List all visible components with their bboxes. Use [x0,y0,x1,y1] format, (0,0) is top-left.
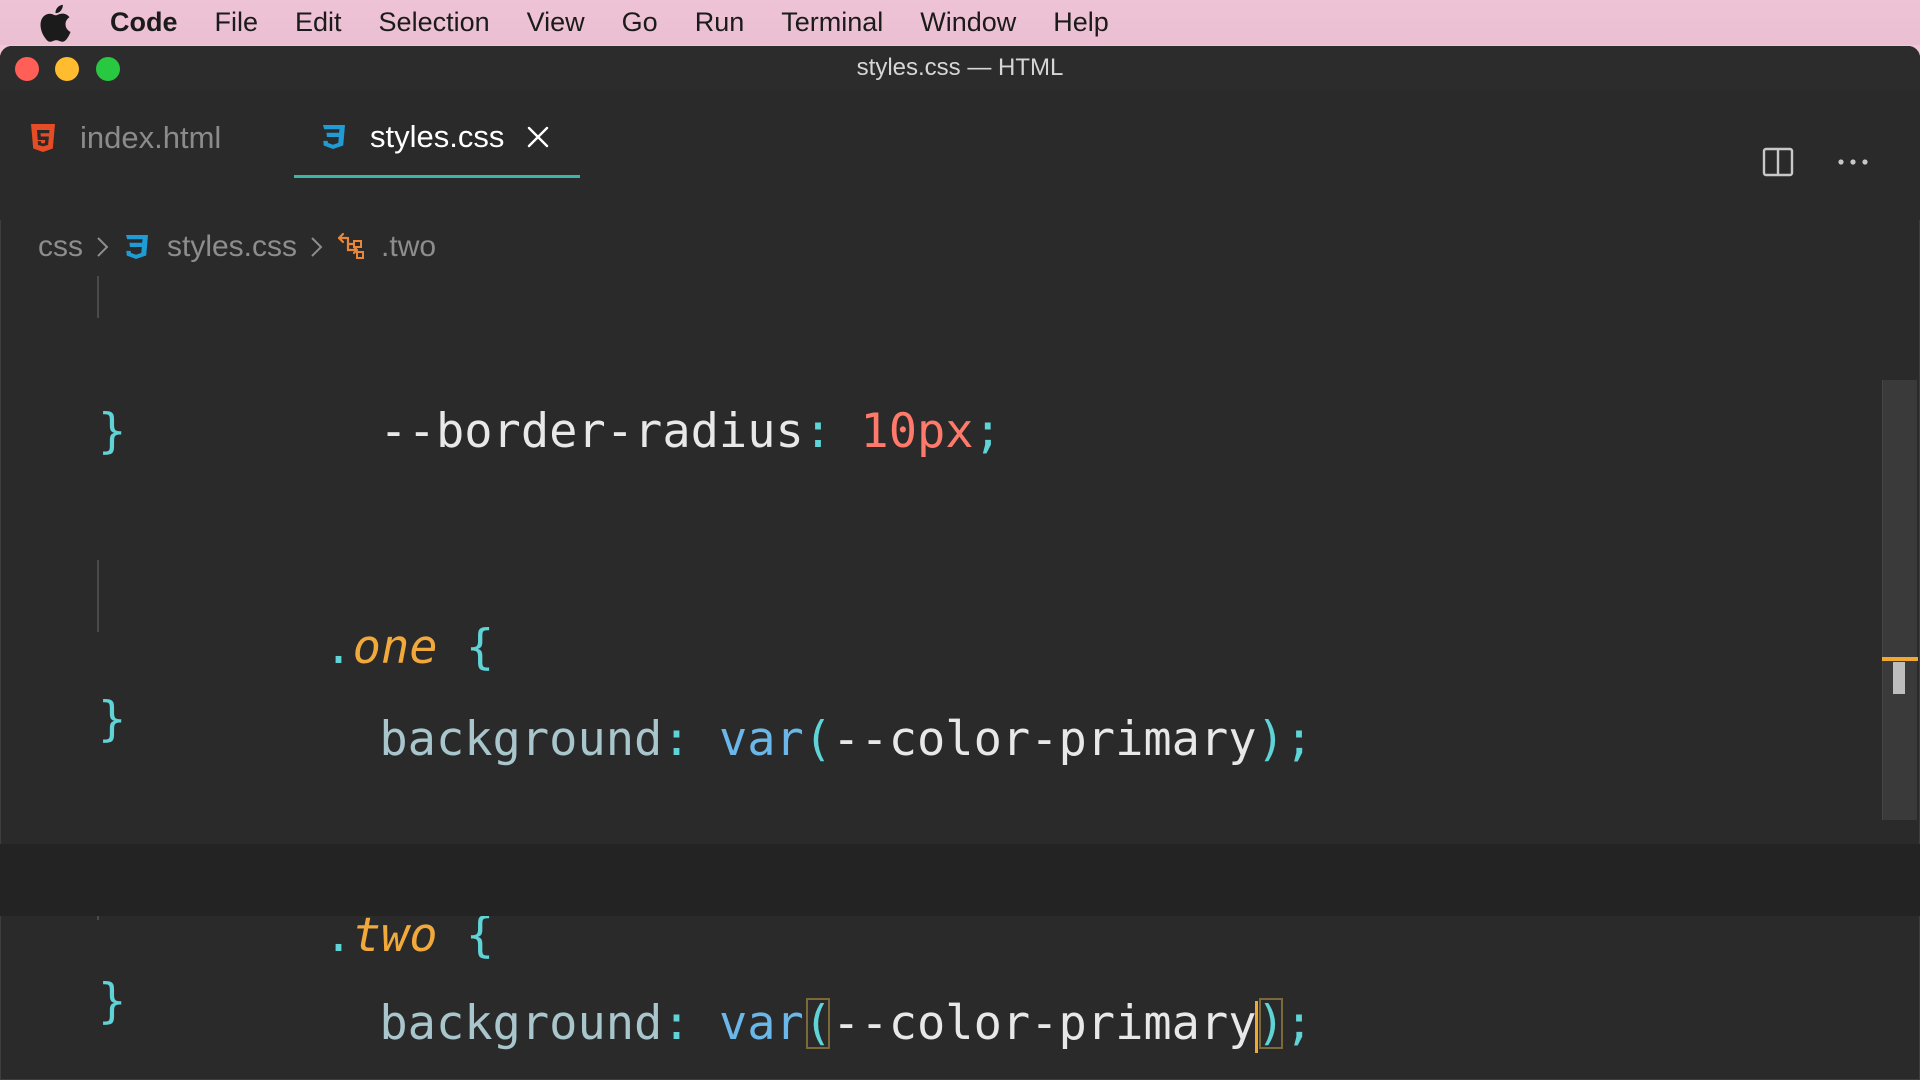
code-line: .two { [0,756,1920,963]
code-line: } [0,894,1920,1029]
code-line: } [0,612,1920,747]
tab-label: styles.css [370,118,505,154]
token-colon: : [803,404,833,459]
code-line: --border-radius: 10px; [0,252,1920,459]
token-property: background [379,996,663,1051]
token-semicolon: ; [973,404,1002,459]
matching-bracket-open: ( [803,996,833,1051]
split-editor-icon[interactable] [1762,146,1794,178]
title-bar: styles.css — HTML [0,46,1920,90]
menu-run[interactable]: Run [695,7,745,38]
tab-label: index.html [80,120,222,155]
html5-icon [31,124,55,152]
menu-selection[interactable]: Selection [379,7,490,38]
token-function: var [718,996,804,1051]
menu-view[interactable]: View [527,7,585,38]
tab-styles-css[interactable]: styles.css [294,98,580,178]
token-semicolon: ; [1284,996,1314,1051]
close-icon[interactable] [526,125,550,149]
macos-menu-bar: Code File Edit Selection View Go Run Ter… [0,0,1920,45]
token-brace: } [98,974,127,1029]
token-colon: : [662,996,691,1051]
menu-go[interactable]: Go [622,7,658,38]
token-property: --border-radius [379,404,804,459]
token-brace: } [98,692,127,747]
code-line: .one { [0,468,1920,675]
menu-help[interactable]: Help [1053,7,1109,38]
menu-window[interactable]: Window [920,7,1016,38]
apple-logo-icon[interactable] [38,4,72,42]
matching-bracket-close: ) [1256,996,1285,1051]
css3-icon [323,124,345,149]
code-editor[interactable]: --border-radius: 10px; } .one { backgrou… [0,276,1920,1080]
vertical-scrollbar[interactable] [1882,380,1917,820]
tab-index-html[interactable]: index.html [28,98,221,178]
token-brace: } [98,404,127,459]
menu-file[interactable]: File [215,7,259,38]
tab-bar: index.html styles.css [0,90,1920,220]
scrollbar-cursor-marker [1882,657,1918,661]
code-line: } [0,324,1920,459]
menu-app-name[interactable]: Code [110,7,178,38]
scrollbar-thumb[interactable] [1893,662,1905,694]
token-number: 10px [860,404,974,459]
window-title: styles.css — HTML [856,54,1064,81]
menu-edit[interactable]: Edit [295,7,342,38]
editor-window: styles.css — HTML index.html styles.css [0,46,1920,1080]
menu-terminal[interactable]: Terminal [781,7,883,38]
more-actions-icon[interactable] [1836,146,1870,178]
token-variable: --color-primary [832,996,1257,1051]
